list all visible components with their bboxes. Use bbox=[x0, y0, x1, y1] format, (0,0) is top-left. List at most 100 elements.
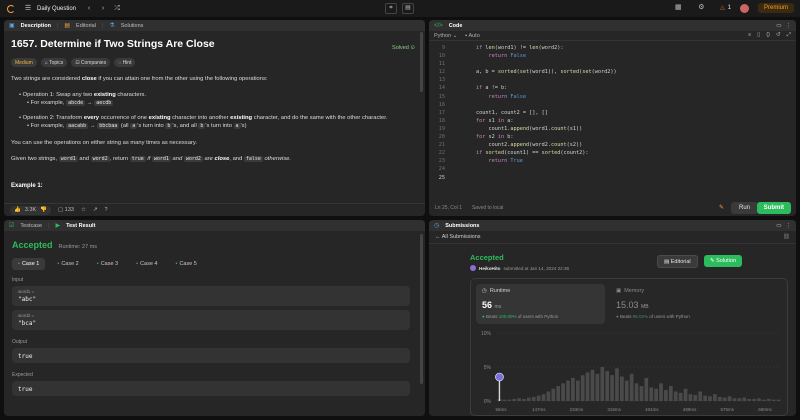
output-box[interactable]: true bbox=[12, 348, 410, 363]
star-icon[interactable]: ☆ bbox=[81, 207, 86, 213]
code-editor[interactable]: 9 if len(word1) != len(word2): 10 return … bbox=[429, 41, 796, 186]
your-runtime-marker[interactable] bbox=[495, 372, 504, 382]
next-problem-icon[interactable]: › bbox=[98, 4, 108, 14]
code-line[interactable]: 13 bbox=[429, 76, 796, 84]
distribution-bar[interactable] bbox=[634, 383, 639, 401]
distribution-bar[interactable] bbox=[776, 399, 781, 401]
hint-tag[interactable]: ◌ Hint bbox=[114, 58, 136, 67]
distribution-bar[interactable] bbox=[644, 377, 649, 401]
code-line[interactable]: 19 count1.append(word1.count(s1)) bbox=[429, 125, 796, 133]
companies-tag[interactable]: ⊡ Companies bbox=[71, 58, 111, 67]
expected-box[interactable]: true bbox=[12, 381, 410, 396]
distribution-bar[interactable] bbox=[620, 376, 624, 401]
distribution-bar[interactable] bbox=[556, 386, 561, 401]
distribution-bar[interactable] bbox=[507, 399, 512, 401]
distribution-bar[interactable] bbox=[678, 392, 683, 401]
leetcode-logo-icon[interactable] bbox=[6, 4, 15, 13]
distribution-bar[interactable] bbox=[727, 396, 732, 401]
code-line[interactable]: 21 count2.append(word2.count(s2)) bbox=[429, 141, 796, 149]
format-icon[interactable]: ≡ bbox=[748, 32, 751, 39]
tab-description[interactable]: Description bbox=[21, 23, 51, 29]
distribution-bar[interactable] bbox=[717, 396, 722, 401]
code-line[interactable]: 12 a, b = sorted(set(word1)), sorted(set… bbox=[429, 68, 796, 76]
case-3-tab[interactable]: • Case 3 bbox=[91, 258, 124, 270]
distribution-bar[interactable] bbox=[693, 394, 698, 401]
runtime-distribution-chart[interactable]: 10% 5% 0%56ms 147ms 233ms 318ms 404ms 489ms 575m… bbox=[471, 327, 789, 417]
distribution-bar[interactable] bbox=[566, 380, 570, 401]
maximize-icon[interactable]: ▭ bbox=[776, 223, 781, 229]
distribution-bar[interactable] bbox=[561, 383, 565, 401]
distribution-bar[interactable] bbox=[708, 396, 712, 401]
more-icon[interactable]: ⋮ bbox=[786, 223, 792, 229]
distribution-bar[interactable] bbox=[722, 397, 727, 401]
like-button[interactable]: 👍 3.3K 👎 bbox=[10, 205, 52, 215]
prev-problem-icon[interactable]: ‹ bbox=[84, 4, 94, 14]
code-line[interactable]: 11 bbox=[429, 60, 796, 68]
distribution-bar[interactable] bbox=[752, 398, 756, 401]
distribution-bar[interactable] bbox=[713, 394, 717, 401]
distribution-bar[interactable] bbox=[683, 388, 688, 401]
distribution-bar[interactable] bbox=[536, 395, 541, 401]
code-line[interactable]: 15 return False bbox=[429, 93, 796, 101]
user-avatar[interactable] bbox=[739, 3, 749, 13]
distribution-bar[interactable] bbox=[762, 399, 766, 401]
note-icon[interactable]: ✎ bbox=[719, 204, 724, 211]
input-word1-box[interactable]: word1 = "abc" bbox=[12, 286, 410, 306]
code-line[interactable]: 14 if a != b: bbox=[429, 84, 796, 92]
case-4-tab[interactable]: • Case 4 bbox=[130, 258, 163, 270]
testcase-scrollbar[interactable] bbox=[420, 234, 423, 384]
distribution-bar[interactable] bbox=[517, 398, 521, 401]
settings-gear-icon[interactable]: ⚙ bbox=[696, 3, 706, 13]
distribution-bar[interactable] bbox=[610, 375, 614, 401]
memory-card[interactable]: ▣ Memory 15.03 MB ● Beats 95.02% of users… bbox=[610, 284, 739, 324]
shuffle-icon[interactable]: ⤮ bbox=[112, 4, 122, 14]
distribution-bar[interactable] bbox=[757, 398, 761, 401]
input-word2-box[interactable]: word2 = "bca" bbox=[12, 310, 410, 330]
solution-button[interactable]: ✎ Solution bbox=[704, 255, 743, 267]
editorial-button[interactable]: ▤ Editorial bbox=[657, 255, 698, 268]
distribution-bar[interactable] bbox=[502, 399, 507, 401]
distribution-bar[interactable] bbox=[668, 386, 673, 401]
runtime-card[interactable]: ◷ Runtime 56 ms ● Beats 100.00% of users … bbox=[476, 284, 605, 324]
run-button[interactable]: Run bbox=[730, 202, 758, 214]
distribution-bar[interactable] bbox=[659, 383, 663, 401]
distribution-bar[interactable] bbox=[512, 398, 516, 401]
distribution-bar[interactable] bbox=[737, 398, 742, 401]
help-icon[interactable]: ? bbox=[105, 207, 108, 213]
tab-submissions[interactable]: Submissions bbox=[445, 223, 479, 229]
share-icon[interactable]: ↗ bbox=[93, 207, 98, 213]
distribution-bar[interactable] bbox=[590, 369, 595, 401]
code-line[interactable]: 22 if sorted(count1) == sorted(count2): bbox=[429, 149, 796, 157]
tab-test-result[interactable]: Test Result bbox=[66, 223, 95, 229]
distribution-bar[interactable] bbox=[605, 371, 610, 401]
language-select[interactable]: Python ⌄ bbox=[434, 33, 457, 39]
reset-icon[interactable]: ↺ bbox=[776, 32, 781, 39]
premium-button[interactable]: Premium bbox=[757, 3, 794, 13]
streak-counter[interactable]: ♨ 1 bbox=[719, 4, 731, 12]
tab-testcase[interactable]: Testcase bbox=[20, 223, 42, 229]
layout-icon[interactable]: ▦ bbox=[673, 3, 683, 13]
distribution-bar[interactable] bbox=[595, 373, 600, 401]
distribution-bar[interactable] bbox=[546, 391, 551, 401]
submit-button[interactable]: Submit bbox=[756, 202, 791, 214]
distribution-bar[interactable] bbox=[698, 391, 703, 401]
braces-icon[interactable]: {} bbox=[766, 32, 770, 39]
distribution-bar[interactable] bbox=[571, 377, 575, 401]
distribution-bar[interactable] bbox=[531, 396, 536, 401]
tab-solutions[interactable]: Solutions bbox=[121, 23, 144, 29]
distribution-bar[interactable] bbox=[639, 386, 644, 401]
notes-icon[interactable]: ▤ bbox=[402, 3, 414, 14]
distribution-bar[interactable] bbox=[585, 372, 590, 401]
distribution-bar[interactable] bbox=[732, 398, 737, 401]
distribution-bar[interactable] bbox=[624, 380, 629, 401]
distribution-bar[interactable] bbox=[522, 398, 526, 401]
tab-editorial[interactable]: Editorial bbox=[76, 23, 96, 29]
description-scrollbar[interactable] bbox=[420, 32, 423, 92]
code-line[interactable]: 18 for s1 in a: bbox=[429, 117, 796, 125]
distribution-bar[interactable] bbox=[654, 388, 658, 401]
code-line[interactable]: 24 bbox=[429, 165, 796, 173]
problem-list-title[interactable]: Daily Question bbox=[37, 6, 76, 12]
distribution-bar[interactable] bbox=[575, 380, 580, 401]
distribution-bar[interactable] bbox=[600, 367, 605, 401]
back-to-submissions[interactable]: ← All Submissions ⛓ bbox=[429, 231, 796, 244]
